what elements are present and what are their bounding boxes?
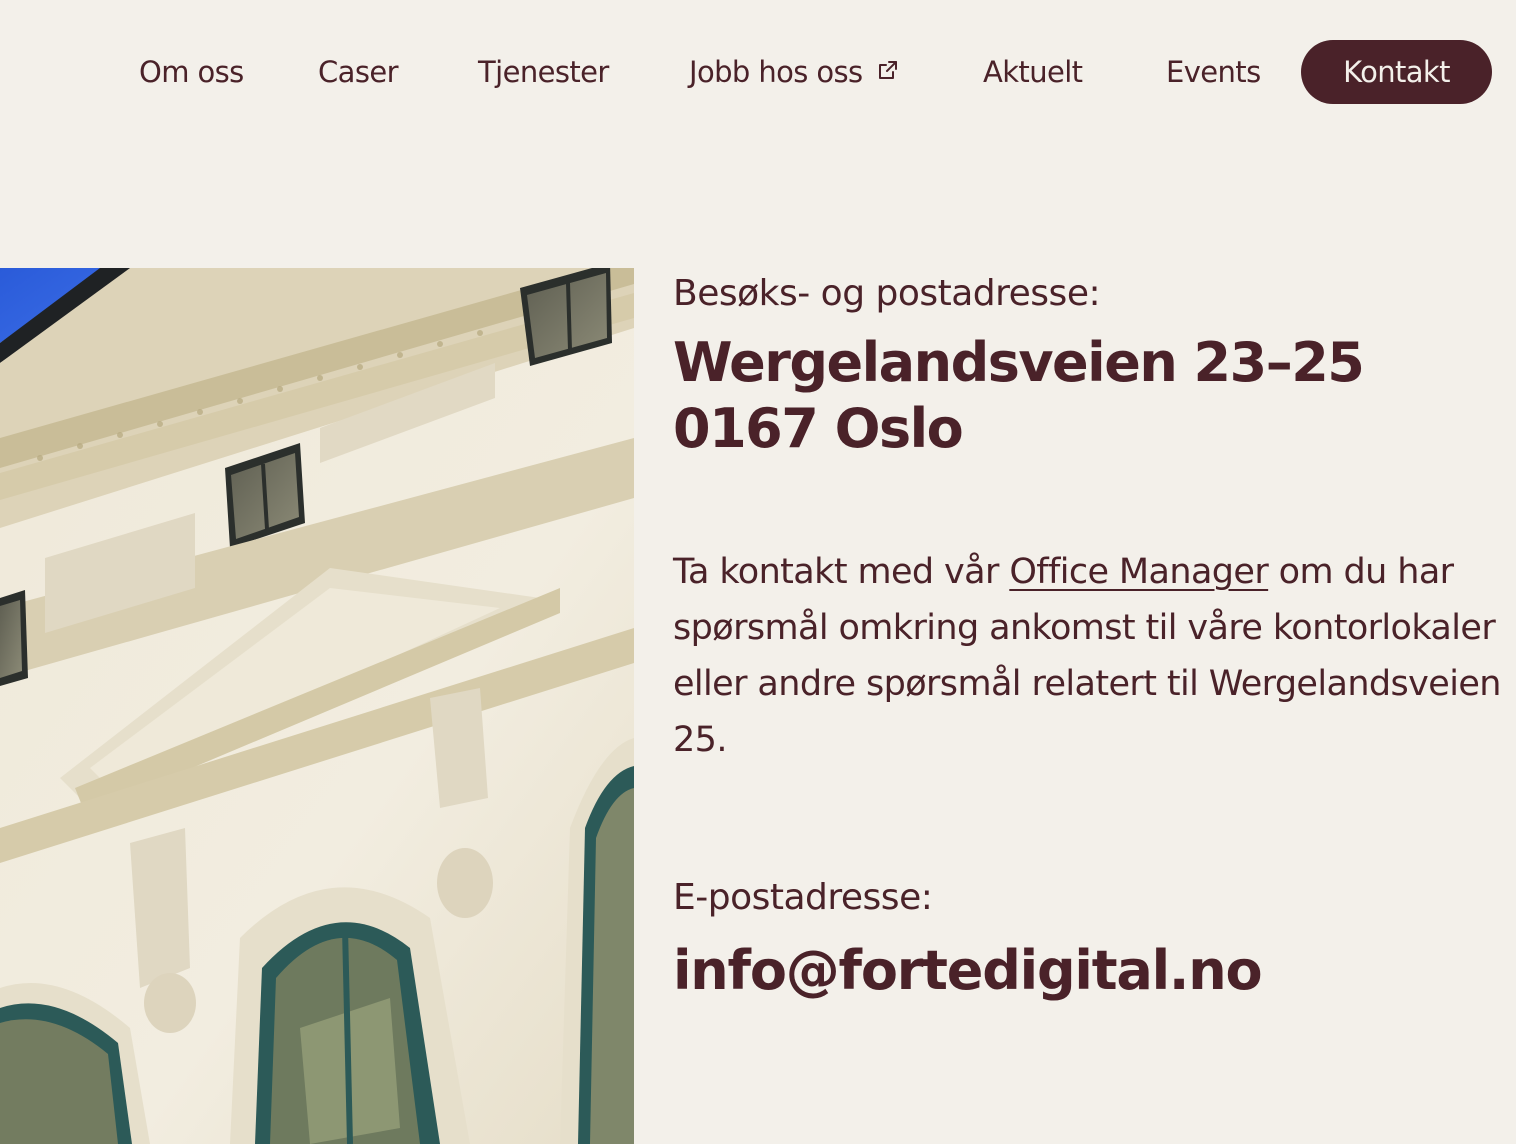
nav-item-caser[interactable]: Caser <box>318 40 399 104</box>
office-building-photo <box>0 268 634 1144</box>
nav-item-aktuelt[interactable]: Aktuelt <box>983 40 1083 104</box>
contact-paragraph: Ta kontakt med vår Office Manager om du … <box>673 544 1503 768</box>
contact-info: Besøks- og postadresse: Wergelandsveien … <box>673 268 1503 1004</box>
email-label: E-postadresse: <box>673 877 933 918</box>
nav-item-tjenester[interactable]: Tjenester <box>478 40 609 104</box>
postal-city: 0167 Oslo <box>673 397 964 460</box>
nav-item-events[interactable]: Events <box>1166 40 1261 104</box>
address-label: Besøks- og postadresse: <box>673 273 1101 314</box>
email-link[interactable]: info@fortedigital.no <box>673 938 1503 1004</box>
office-manager-link[interactable]: Office Manager <box>1009 552 1268 592</box>
nav-item-om-oss[interactable]: Om oss <box>139 40 244 104</box>
street-address: Wergelandsveien 23–25 <box>673 331 1365 394</box>
contact-button[interactable]: Kontakt <box>1301 40 1492 104</box>
contact-text-before: Ta kontakt med vår <box>673 552 1010 592</box>
nav-item-jobb-hos-oss[interactable]: Jobb hos oss <box>689 40 899 104</box>
main-nav: Om oss Caser Tjenester Jobb hos oss Aktu… <box>0 40 1516 104</box>
nav-item-jobb-hos-oss-label: Jobb hos oss <box>689 55 863 89</box>
external-link-icon <box>877 39 899 103</box>
